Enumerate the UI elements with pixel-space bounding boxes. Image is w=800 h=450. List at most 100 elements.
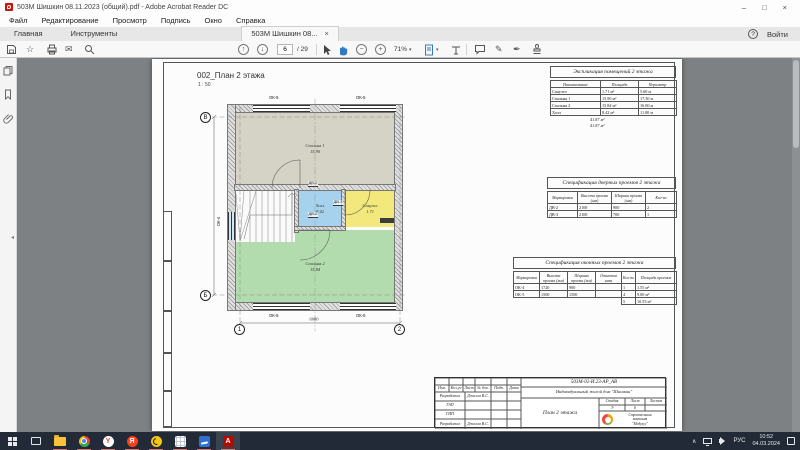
taskbar-yandex[interactable]: Я <box>120 432 144 450</box>
network-icon[interactable] <box>703 438 712 444</box>
company-name: Строительная компания "Модулус" <box>616 413 664 426</box>
task-view-button[interactable] <box>24 432 48 450</box>
toolbar-divider <box>316 44 317 55</box>
language-indicator[interactable]: РУС <box>733 438 745 444</box>
bookmarks-icon[interactable] <box>3 89 13 100</box>
help-icon[interactable]: ? <box>748 29 758 39</box>
comment-tool-icon[interactable] <box>474 43 486 56</box>
taskbar-yellow-app[interactable] <box>144 432 168 450</box>
spec-table-grid: НаименованиеПлощадьПериметрСанузел1.71 м… <box>550 80 677 116</box>
menu-sign[interactable]: Подпись <box>161 16 191 25</box>
clock[interactable]: 10:52 04.03.2024 <box>752 434 780 447</box>
tab-close-icon[interactable]: × <box>325 29 329 38</box>
taskbar-chrome[interactable] <box>72 432 96 450</box>
hand-tool-icon[interactable] <box>337 43 349 56</box>
taskbar-acrobat[interactable]: A <box>216 432 240 450</box>
email-icon[interactable]: ✉ <box>65 43 73 56</box>
zoom-level-dropdown[interactable]: 71% ▾ <box>394 43 412 56</box>
table-row: Спальня 115.90 м²17.30 м <box>551 95 677 102</box>
table-cell: ОК-4 <box>514 284 540 291</box>
panel-collapse-icon[interactable]: ◂ <box>11 234 14 241</box>
windows-logo-icon <box>8 437 12 441</box>
zoom-out-button[interactable]: − <box>356 43 367 56</box>
stamp-tool-icon[interactable] <box>531 43 543 56</box>
page-thumbnails-icon[interactable] <box>3 65 14 76</box>
table-row: ДВ-221009002 <box>548 204 677 211</box>
blue-app-icon <box>199 436 210 447</box>
save-icon[interactable] <box>6 43 17 56</box>
tab-document-label: 503М Шишкин 08... <box>251 29 317 38</box>
rooms-table: Экспликация помещений 2 этажа Наименовани… <box>550 66 676 128</box>
menu-view[interactable]: Просмотр <box>113 16 147 25</box>
table-cell: 1 <box>622 284 636 291</box>
axis-bubble-2: 2 <box>394 324 405 335</box>
frame-cell <box>164 261 172 311</box>
hatch-marker <box>380 218 394 223</box>
tab-tools[interactable]: Инструменты <box>57 27 132 41</box>
hidden-icons-chevron[interactable]: ∧ <box>692 438 696 445</box>
table-cell: Спальня 1 <box>551 95 601 102</box>
select-tool-icon[interactable] <box>322 43 332 56</box>
attachments-icon[interactable] <box>3 113 14 124</box>
tb-cell <box>475 378 491 385</box>
tb-role-name: Джалов В.С. <box>465 419 491 429</box>
star-icon[interactable]: ☆ <box>26 43 34 56</box>
sign-in-button[interactable]: Войти <box>767 30 788 39</box>
measure-tool-icon[interactable] <box>450 43 462 56</box>
menu-file[interactable]: Файл <box>9 16 27 25</box>
minimize-button[interactable]: – <box>742 3 746 12</box>
page-view-dropdown[interactable]: ▾ <box>424 43 439 56</box>
chrome-icon <box>79 436 90 447</box>
taskbar-yandex-browser[interactable]: Y <box>96 432 120 450</box>
zoom-in-button[interactable]: + <box>375 43 386 56</box>
next-page-button[interactable]: ↓ <box>257 43 268 56</box>
close-button[interactable]: × <box>783 3 787 12</box>
menu-window[interactable]: Окно <box>205 16 222 25</box>
taskbar-file-explorer[interactable] <box>48 432 72 450</box>
column-header: Площадь <box>601 81 639 88</box>
print-icon[interactable] <box>46 43 58 56</box>
vertical-scrollbar[interactable] <box>792 58 800 432</box>
volume-icon[interactable] <box>719 439 722 443</box>
search-icon[interactable] <box>84 43 95 56</box>
tb-role: ГИП <box>435 410 465 419</box>
pdf-page: 002_План 2 этажа 1 : 50 Спальня 1 15.90 … <box>152 59 682 431</box>
tab-document[interactable]: 503М Шишкин 08... × <box>241 26 339 41</box>
arrow-up-icon: ↑ <box>238 44 249 55</box>
yandex-browser-icon: Y <box>103 436 114 447</box>
arrow-down-icon: ↓ <box>257 44 268 55</box>
drawing-scale: 1 : 50 <box>198 82 211 88</box>
menu-help[interactable]: Справка <box>236 16 265 25</box>
taskbar-blue-app[interactable] <box>192 432 216 450</box>
tb-col-header: Подп. <box>491 385 507 392</box>
pencil-tool-icon[interactable]: ✎ <box>495 43 503 56</box>
yandex-icon: Я <box>127 436 138 447</box>
scrollbar-thumb[interactable] <box>793 60 799 148</box>
table-total: 41.87 м² <box>590 123 676 128</box>
tab-home[interactable]: Главная <box>0 27 57 41</box>
plan-overlay: 6000 <box>192 95 422 345</box>
taskbar-grid-app[interactable] <box>168 432 192 450</box>
titlebar: 503М Шишкин 08.11.2023 (общий).pdf - Ado… <box>0 0 800 14</box>
table-row: ДВ-321007001 <box>548 211 677 218</box>
table-title: Экспликация помещений 2 этажа <box>550 66 676 78</box>
table-cell: 2100 <box>578 204 612 211</box>
caret-down-icon: ▾ <box>409 47 412 53</box>
table-cell: 17.30 м <box>639 95 677 102</box>
tb-cell <box>507 392 521 401</box>
page-number-input[interactable] <box>277 44 293 55</box>
start-button[interactable] <box>0 432 24 450</box>
notification-center-icon[interactable] <box>787 437 795 445</box>
column-header: Высота проема (мм) <box>540 272 568 284</box>
tb-cell <box>507 378 521 385</box>
menu-edit[interactable]: Редактирование <box>41 16 98 25</box>
maximize-button[interactable]: □ <box>762 3 767 12</box>
sign-tool-icon[interactable]: ✒ <box>513 43 521 56</box>
plus-icon: + <box>375 44 386 55</box>
table-cell <box>514 298 540 305</box>
previous-page-button[interactable]: ↑ <box>238 43 249 56</box>
table-total: 10.55 м² <box>636 298 677 305</box>
table-total: 41.87 м² <box>590 117 676 122</box>
frame-cell <box>164 353 172 391</box>
stair-treads <box>236 190 292 242</box>
